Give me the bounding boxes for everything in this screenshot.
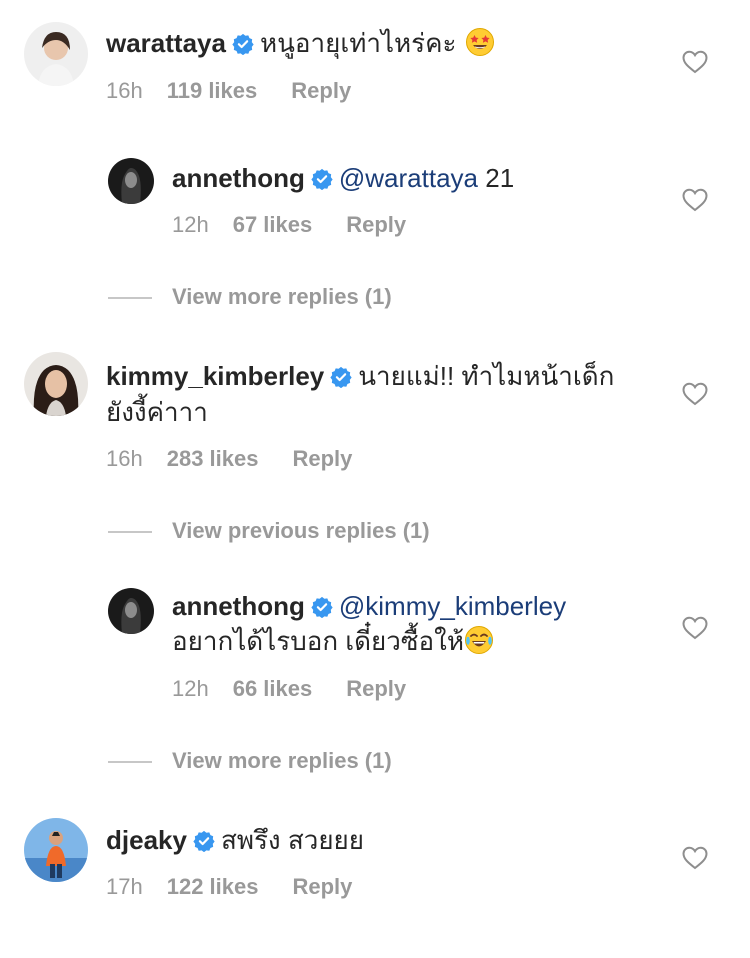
comment-djeaky: djeaky สพรึง สวยยย (106, 823, 364, 857)
timestamp: 12h (172, 676, 209, 701)
verified-badge-icon (330, 366, 352, 388)
divider-line (108, 531, 152, 533)
comment-meta-kimmy-kimberley: 16h 283 likes Reply (106, 445, 352, 473)
heart-outline-icon[interactable] (682, 382, 708, 406)
verified-badge-icon (232, 33, 254, 55)
verified-badge-icon (193, 830, 215, 852)
mention-link[interactable]: @kimmy_kimberley (339, 591, 566, 621)
heart-outline-icon[interactable] (682, 616, 708, 640)
reply-button[interactable]: Reply (292, 445, 352, 473)
reply-meta-annethong-2: 12h 66 likes Reply (172, 675, 406, 703)
divider-line (108, 761, 152, 763)
mention-link[interactable]: @warattaya (339, 163, 478, 193)
reply-annethong-2: annethong @kimmy_kimberley (172, 589, 566, 623)
view-previous-replies-button[interactable]: View previous replies (1) (172, 517, 430, 545)
comment-text-line2: ยังงี้ค่าาา (106, 397, 208, 427)
timestamp: 16h (106, 78, 143, 103)
divider-line (108, 297, 152, 299)
reply-button[interactable]: Reply (346, 675, 406, 703)
comment-text: สพรึง สวยยย (220, 825, 365, 855)
view-more-replies-button[interactable]: View more replies (1) (172, 283, 392, 311)
heart-outline-icon[interactable] (682, 188, 708, 212)
likes-count[interactable]: 122 likes (167, 873, 259, 901)
timestamp: 16h (106, 446, 143, 471)
username-djeaky[interactable]: djeaky (106, 825, 187, 855)
view-more-replies-button[interactable]: View more replies (1) (172, 747, 392, 775)
timestamp: 12h (172, 212, 209, 237)
comment-meta-warattaya: 16h 119 likes Reply (106, 77, 351, 105)
verified-badge-icon (311, 168, 333, 190)
comment-kimmy-kimberley: kimmy_kimberley นายแม่!! ทำไมหน้าเด็ก (106, 359, 614, 393)
reply-meta-annethong-1: 12h 67 likes Reply (172, 211, 406, 239)
heart-outline-icon[interactable] (682, 50, 708, 74)
likes-count[interactable]: 66 likes (233, 675, 313, 703)
timestamp: 17h (106, 874, 143, 899)
username-warattaya[interactable]: warattaya (106, 28, 226, 58)
avatar-djeaky[interactable] (24, 818, 88, 882)
comment-warattaya: warattaya หนูอายุเท่าไหร่คะ (106, 26, 495, 60)
comment-text-line1: นายแม่!! ทำไมหน้าเด็ก (358, 361, 615, 391)
reply-button[interactable]: Reply (292, 873, 352, 901)
reply-button[interactable]: Reply (346, 211, 406, 239)
avatar-annethong[interactable] (108, 588, 154, 634)
star-struck-emoji-icon (465, 27, 495, 57)
tears-of-joy-emoji-icon (464, 625, 494, 655)
reply-text-line: อยากได้ไรบอก เดี๋ยวซื้อให้ (172, 624, 494, 658)
likes-count[interactable]: 67 likes (233, 211, 313, 239)
username-annethong[interactable]: annethong (172, 591, 305, 621)
username-annethong[interactable]: annethong (172, 163, 305, 193)
reply-button[interactable]: Reply (291, 77, 351, 105)
likes-count[interactable]: 283 likes (167, 445, 259, 473)
comment-meta-djeaky: 17h 122 likes Reply (106, 873, 352, 901)
verified-badge-icon (311, 596, 333, 618)
likes-count[interactable]: 119 likes (167, 77, 258, 105)
username-kimmy-kimberley[interactable]: kimmy_kimberley (106, 361, 324, 391)
reply-annethong-1: annethong @warattaya 21 (172, 161, 514, 195)
avatar-annethong[interactable] (108, 158, 154, 204)
heart-outline-icon[interactable] (682, 846, 708, 870)
reply-text: 21 (485, 163, 515, 193)
avatar-kimmy-kimberley[interactable] (24, 352, 88, 416)
reply-text: อยากได้ไรบอก เดี๋ยวซื้อให้ (172, 626, 464, 656)
avatar-warattaya[interactable] (24, 22, 88, 86)
comment-text: หนูอายุเท่าไหร่คะ (259, 28, 457, 58)
